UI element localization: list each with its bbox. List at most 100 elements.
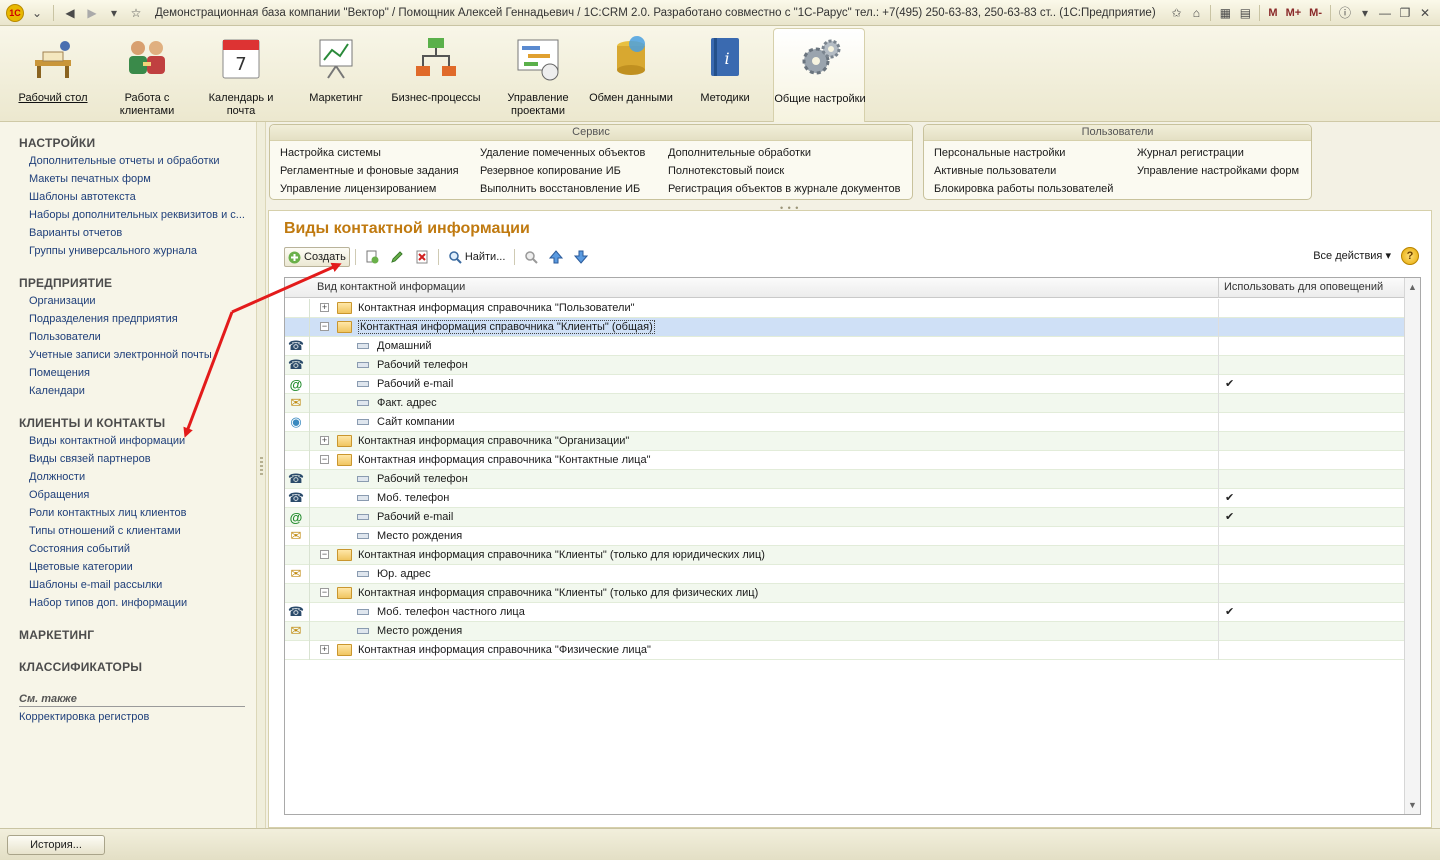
- nav-item-contact-info-kinds[interactable]: Виды контактной информации: [29, 435, 185, 447]
- nav-item[interactable]: Учетные записи электронной почты: [29, 349, 212, 361]
- checkmark-icon[interactable]: ✔: [1225, 491, 1234, 504]
- scroll-up-icon[interactable]: ▲: [1408, 282, 1417, 292]
- all-actions-menu[interactable]: Все действия ▾: [1313, 249, 1391, 262]
- add-favorite-icon[interactable]: ✩: [1167, 4, 1185, 22]
- move-down-button[interactable]: [570, 247, 592, 267]
- memory-m-plus-button[interactable]: M+: [1283, 7, 1305, 19]
- table-group-row[interactable]: + Контактная информация справочника "Поль…: [285, 299, 1405, 318]
- section-data-exchange[interactable]: Обмен данными: [585, 28, 677, 120]
- restore-icon[interactable]: ❐: [1396, 4, 1414, 22]
- table-group-row[interactable]: − Контактная информация справочника "Клие…: [285, 546, 1405, 565]
- forward-arrow-icon[interactable]: ▶: [83, 4, 101, 22]
- nav-item[interactable]: Макеты печатных форм: [29, 173, 151, 185]
- nav-item[interactable]: Роли контактных лиц клиентов: [29, 507, 187, 519]
- collapse-icon[interactable]: −: [320, 588, 329, 597]
- history-dropdown-icon[interactable]: ▾: [105, 4, 123, 22]
- copy-button[interactable]: [361, 247, 383, 267]
- nav-item[interactable]: Состояния событий: [29, 543, 130, 555]
- section-methods[interactable]: i Методики: [679, 28, 771, 120]
- delete-mark-button[interactable]: [411, 247, 433, 267]
- column-header-kind[interactable]: Вид контактной информации: [317, 281, 465, 293]
- create-button[interactable]: Создать: [284, 247, 350, 267]
- app-logo-icon[interactable]: 1С: [6, 3, 24, 22]
- table-row[interactable]: ☎ Домашний: [285, 337, 1405, 356]
- section-marketing[interactable]: Маркетинг: [290, 28, 382, 120]
- table-row[interactable]: ☎ Рабочий телефон: [285, 356, 1405, 375]
- cmd-link[interactable]: Регламентные и фоновые задания: [280, 165, 459, 177]
- nav-item[interactable]: Пользователи: [29, 331, 101, 343]
- nav-item[interactable]: Организации: [29, 295, 96, 307]
- info-icon[interactable]: ⓘ: [1336, 4, 1354, 22]
- memory-m-minus-button[interactable]: M-: [1306, 7, 1325, 19]
- table-row[interactable]: @ Рабочий e-mail ✔: [285, 508, 1405, 527]
- collapse-icon[interactable]: −: [320, 455, 329, 464]
- nav-item[interactable]: Шаблоны e-mail рассылки: [29, 579, 162, 591]
- nav-item-register-correction[interactable]: Корректировка регистров: [19, 711, 149, 723]
- cmd-link[interactable]: Настройка системы: [280, 147, 381, 159]
- cmd-link[interactable]: Удаление помеченных объектов: [480, 147, 645, 159]
- calculator-icon[interactable]: ▦: [1216, 4, 1234, 22]
- cmd-link[interactable]: Активные пользователи: [934, 165, 1056, 177]
- checkmark-icon[interactable]: ✔: [1225, 510, 1234, 523]
- cmd-link[interactable]: Регистрация объектов в журнале документо…: [668, 183, 900, 195]
- nav-group-settings[interactable]: НАСТРОЙКИ: [19, 136, 95, 150]
- move-up-button[interactable]: [545, 247, 567, 267]
- column-header-notify[interactable]: Использовать для оповещений: [1218, 278, 1383, 298]
- favorites-star-icon[interactable]: ☆: [127, 4, 145, 22]
- find-button[interactable]: Найти...: [444, 247, 510, 267]
- section-clients[interactable]: Работа с клиентами: [101, 28, 193, 120]
- nav-item[interactable]: Варианты отчетов: [29, 227, 122, 239]
- table-row[interactable]: ✉ Место рождения: [285, 527, 1405, 546]
- info-dropdown-icon[interactable]: ▾: [1356, 4, 1374, 22]
- nav-item[interactable]: Помещения: [29, 367, 90, 379]
- table-row[interactable]: ✉ Юр. адрес: [285, 565, 1405, 584]
- menu-dropdown-icon[interactable]: ⌄: [28, 4, 46, 22]
- nav-item[interactable]: Набор типов доп. информации: [29, 597, 187, 609]
- table-row[interactable]: ◉ Сайт компании: [285, 413, 1405, 432]
- expand-icon[interactable]: +: [320, 436, 329, 445]
- back-arrow-icon[interactable]: ◀: [61, 4, 79, 22]
- table-group-row[interactable]: + Контактная информация справочника "Орга…: [285, 432, 1405, 451]
- cmd-link[interactable]: Полнотекстовый поиск: [668, 165, 784, 177]
- help-icon[interactable]: ?: [1401, 247, 1419, 265]
- cmd-link[interactable]: Журнал регистрации: [1137, 147, 1244, 159]
- section-general-settings[interactable]: Общие настройки: [773, 28, 866, 122]
- cmd-link[interactable]: Управление лицензированием: [280, 183, 436, 195]
- nav-group-classifiers[interactable]: КЛАССИФИКАТОРЫ: [19, 660, 142, 674]
- collapse-icon[interactable]: −: [320, 322, 329, 331]
- nav-item[interactable]: Календари: [29, 385, 85, 397]
- table-row[interactable]: ☎ Моб. телефон частного лица ✔: [285, 603, 1405, 622]
- section-business-processes[interactable]: Бизнес-процессы: [390, 28, 482, 120]
- checkmark-icon[interactable]: ✔: [1225, 377, 1234, 390]
- cmd-link[interactable]: Управление настройками форм: [1137, 165, 1299, 177]
- edit-button[interactable]: [386, 247, 408, 267]
- minimize-icon[interactable]: —: [1376, 4, 1394, 22]
- cmd-link[interactable]: Блокировка работы пользователей: [934, 183, 1113, 195]
- collapse-icon[interactable]: −: [320, 550, 329, 559]
- table-group-row[interactable]: + Контактная информация справочника "Физи…: [285, 641, 1405, 660]
- vertical-scrollbar[interactable]: ▲ ▼: [1404, 278, 1420, 814]
- scroll-down-icon[interactable]: ▼: [1408, 800, 1417, 810]
- cmd-link[interactable]: Выполнить восстановление ИБ: [480, 183, 640, 195]
- table-row[interactable]: ✉ Место рождения: [285, 622, 1405, 641]
- nav-item[interactable]: Цветовые категории: [29, 561, 133, 573]
- section-projects[interactable]: Управление проектами: [492, 28, 584, 120]
- table-row[interactable]: ✉ Факт. адрес: [285, 394, 1405, 413]
- close-icon[interactable]: ✕: [1416, 4, 1434, 22]
- table-row[interactable]: ☎ Моб. телефон ✔: [285, 489, 1405, 508]
- history-button[interactable]: История...: [7, 835, 105, 855]
- expand-icon[interactable]: +: [320, 303, 329, 312]
- cmd-link[interactable]: Дополнительные обработки: [668, 147, 811, 159]
- cmd-link[interactable]: Персональные настройки: [934, 147, 1065, 159]
- vertical-splitter[interactable]: [256, 122, 266, 828]
- cmd-link[interactable]: Резервное копирование ИБ: [480, 165, 621, 177]
- memory-m-button[interactable]: M: [1265, 7, 1280, 19]
- nav-item[interactable]: Группы универсального журнала: [29, 245, 197, 257]
- checkmark-icon[interactable]: ✔: [1225, 605, 1234, 618]
- nav-item[interactable]: Подразделения предприятия: [29, 313, 178, 325]
- table-row[interactable]: @ Рабочий e-mail ✔: [285, 375, 1405, 394]
- section-calendar[interactable]: 7 Календарь и почта: [195, 28, 287, 120]
- nav-item[interactable]: Дополнительные отчеты и обработки: [29, 155, 220, 167]
- nav-item[interactable]: Виды связей партнеров: [29, 453, 151, 465]
- table-group-row[interactable]: − Контактная информация справочника "Клие…: [285, 318, 1405, 337]
